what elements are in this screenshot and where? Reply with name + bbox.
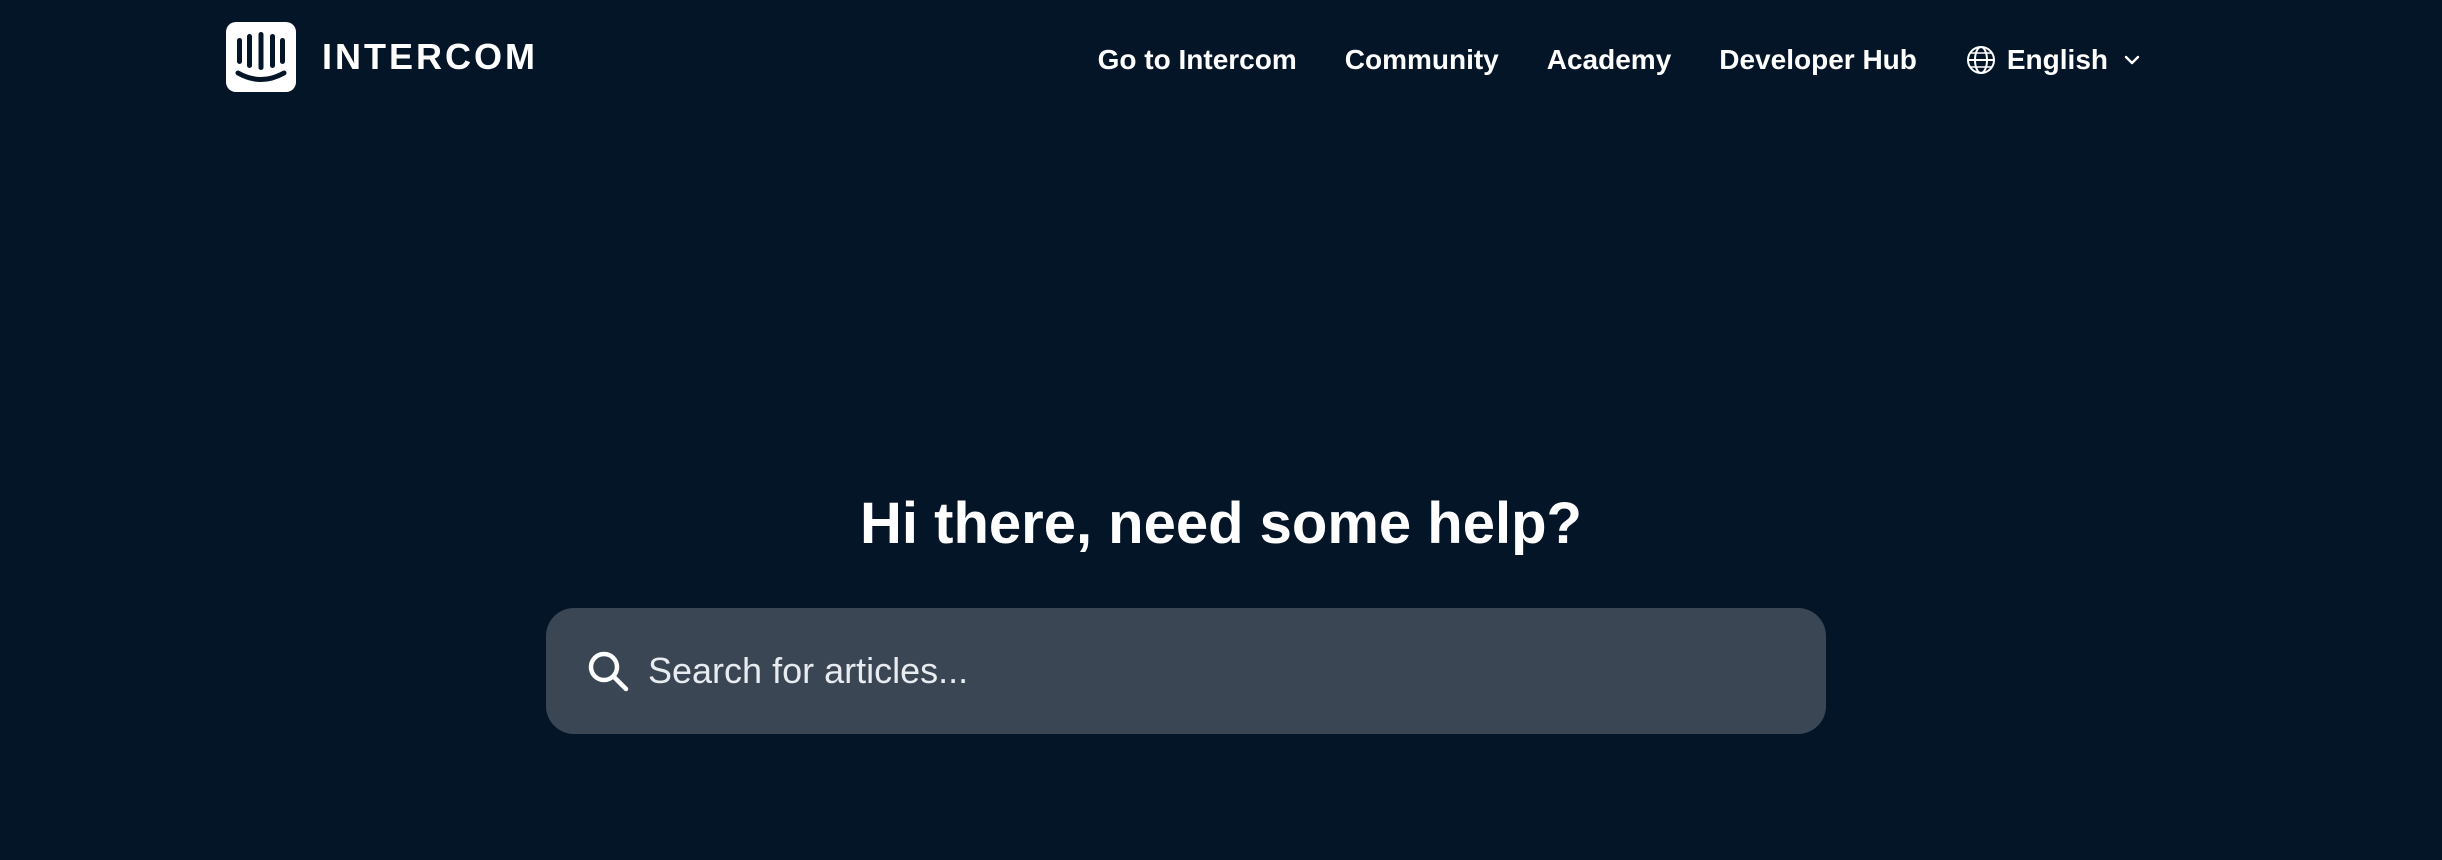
language-label: English: [2006, 44, 2108, 75]
language-selector[interactable]: English: [1965, 36, 2142, 84]
nav-link-developer-hub[interactable]: Developer Hub: [1719, 36, 1917, 84]
chevron-down-icon: [2124, 55, 2140, 65]
top-navigation: Go to Intercom Community Academy Develop…: [1098, 36, 2142, 84]
site-header: INTERCOM Go to Intercom Community Academ…: [0, 0, 2442, 118]
search-input[interactable]: [648, 641, 1826, 701]
globe-icon: [1966, 46, 1995, 74]
logo-wordmark: INTERCOM: [322, 36, 538, 77]
hero-title: Hi there, need some help?: [860, 491, 1582, 556]
intercom-logo-link[interactable]: INTERCOM: [226, 22, 538, 92]
nav-link-go-to-intercom[interactable]: Go to Intercom: [1098, 36, 1297, 84]
nav-link-community[interactable]: Community: [1345, 36, 1499, 84]
intercom-logo-icon: [226, 22, 296, 92]
search-bar[interactable]: [546, 608, 1826, 734]
search-icon: [588, 651, 629, 692]
nav-link-academy[interactable]: Academy: [1547, 36, 1672, 84]
